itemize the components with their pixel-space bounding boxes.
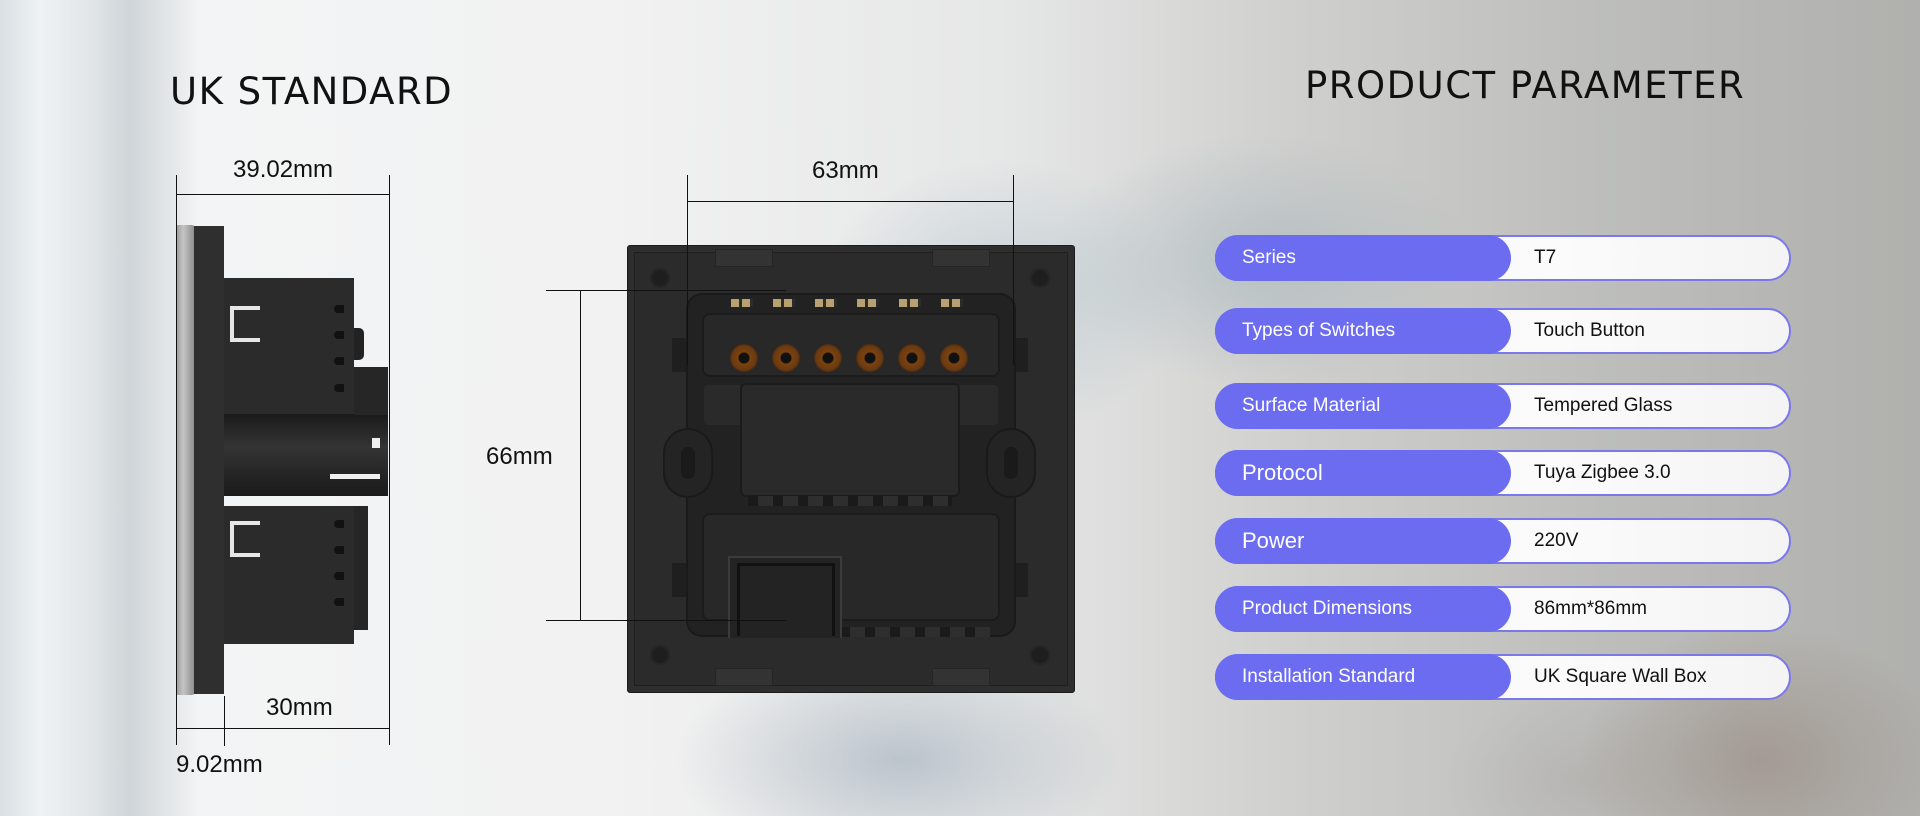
side-latch xyxy=(672,563,686,597)
side-slot xyxy=(334,598,344,606)
parameter-row-protocol: Tuya Zigbee 3.0 Protocol xyxy=(1215,450,1791,496)
parameter-value: Tuya Zigbee 3.0 xyxy=(1534,462,1671,483)
glass-panel xyxy=(176,225,194,695)
side-slot xyxy=(334,384,344,392)
terminal-hole xyxy=(897,343,927,373)
parameter-value: UK Square Wall Box xyxy=(1534,666,1707,687)
side-step-lower xyxy=(354,506,368,630)
dimension-line xyxy=(580,290,581,621)
screw-hole xyxy=(650,645,670,665)
terminal-hole xyxy=(771,343,801,373)
parameter-value: T7 xyxy=(1534,247,1557,268)
side-slot xyxy=(334,357,344,365)
dimension-label: 63mm xyxy=(812,157,879,184)
terminal-hole xyxy=(939,343,969,373)
parameter-label: Series xyxy=(1242,247,1296,268)
terminal-pin xyxy=(857,299,879,307)
dimension-line xyxy=(176,175,177,745)
terminal-pin xyxy=(941,299,963,307)
side-latch xyxy=(1014,563,1028,597)
dimension-label: 30mm xyxy=(266,694,333,721)
parameter-row-power: 220V Power xyxy=(1215,518,1791,564)
parameter-label: Product Dimensions xyxy=(1242,598,1413,619)
plate-tab xyxy=(715,249,773,267)
terminal-pin xyxy=(899,299,921,307)
front-plate xyxy=(194,226,224,694)
parameter-value: 220V xyxy=(1534,530,1579,551)
module-teeth xyxy=(840,627,990,637)
dimension-line xyxy=(176,728,390,729)
side-slot xyxy=(334,520,344,528)
side-knob xyxy=(354,328,364,360)
plate-tab xyxy=(932,249,990,267)
parameter-value: Tempered Glass xyxy=(1534,395,1673,416)
dimension-line xyxy=(546,620,786,621)
dimension-line xyxy=(176,194,390,195)
parameter-row-installation: UK Square Wall Box Installation Standard xyxy=(1215,654,1791,700)
side-step-upper xyxy=(354,367,388,415)
mount-slot xyxy=(665,430,711,496)
parameter-row-switch-type: Touch Button Types of Switches xyxy=(1215,308,1791,354)
mount-clip-icon xyxy=(230,306,260,342)
dimension-line xyxy=(1013,175,1014,365)
terminal-pin xyxy=(773,299,795,307)
side-tab xyxy=(330,474,380,479)
terminal-pin xyxy=(731,299,753,307)
side-latch xyxy=(1014,338,1028,372)
dimension-label: 66mm xyxy=(486,443,553,470)
plate-tab xyxy=(715,668,773,686)
terminal-pin xyxy=(815,299,837,307)
dimension-line xyxy=(389,175,390,745)
parameter-label: Types of Switches xyxy=(1242,320,1396,341)
dimension-line xyxy=(546,290,786,291)
module-panel xyxy=(742,385,958,495)
mount-slot xyxy=(988,430,1034,496)
parameter-value: Touch Button xyxy=(1534,320,1645,341)
parameter-row-surface-material: Tempered Glass Surface Material xyxy=(1215,383,1791,429)
dimension-label: 39.02mm xyxy=(233,156,334,183)
module-door-inner xyxy=(737,563,835,636)
parameter-row-series: T7 Series xyxy=(1215,235,1791,281)
parameter-label: Surface Material xyxy=(1242,395,1381,416)
side-slot xyxy=(334,305,344,313)
mount-clip-icon xyxy=(230,521,260,557)
product-parameter-heading: PRODUCT PARAMETER xyxy=(1305,64,1746,107)
screw-hole xyxy=(650,268,670,288)
dimension-line xyxy=(687,201,1014,202)
parameter-row-dimensions: 86mm*86mm Product Dimensions xyxy=(1215,586,1791,632)
side-slot xyxy=(334,572,344,580)
parameter-label: Installation Standard xyxy=(1242,666,1416,687)
screw-hole xyxy=(1030,645,1050,665)
dimension-line xyxy=(687,175,688,365)
parameter-label: Protocol xyxy=(1242,460,1323,485)
parameter-label: Power xyxy=(1242,528,1305,553)
terminal-hole xyxy=(855,343,885,373)
module-teeth xyxy=(748,496,952,506)
side-tab xyxy=(372,438,380,448)
side-body-middle xyxy=(224,414,388,496)
side-latch xyxy=(672,338,686,372)
screw-hole xyxy=(1030,268,1050,288)
uk-standard-heading: UK STANDARD xyxy=(170,70,454,113)
side-slot xyxy=(334,546,344,554)
dimension-line xyxy=(224,696,225,746)
side-body-upper xyxy=(224,278,354,416)
side-slot xyxy=(334,331,344,339)
terminal-hole xyxy=(729,343,759,373)
terminal-hole xyxy=(813,343,843,373)
plate-tab xyxy=(932,668,990,686)
dimension-label-panel: 9.02mm xyxy=(176,751,263,778)
parameter-value: 86mm*86mm xyxy=(1534,598,1647,619)
